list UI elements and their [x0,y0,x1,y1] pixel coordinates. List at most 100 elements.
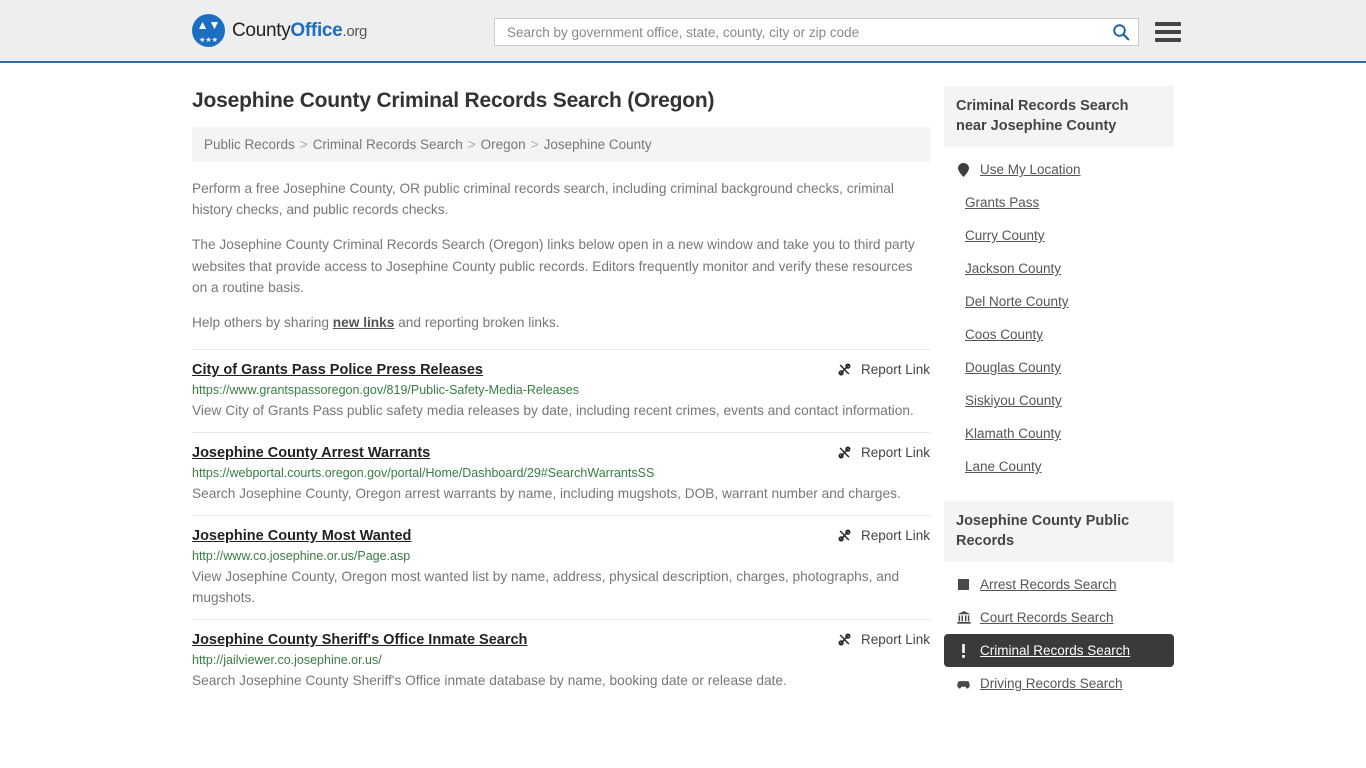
result-title-link[interactable]: City of Grants Pass Police Press Release… [192,362,483,378]
intro-paragraph-2: The Josephine County Criminal Records Se… [192,237,915,295]
sidebar-item-curry-county[interactable]: Curry County [944,219,1174,252]
hamburger-bar [1155,30,1181,34]
sidebar-item-lane-county[interactable]: Lane County [944,450,1174,483]
sidebar-item-label: Coos County [965,327,1044,343]
map-pin-icon [956,162,971,177]
result-item: Josephine County Sheriff's Office Inmate… [192,618,930,702]
logo-text-part2: Office [290,19,343,41]
logo-text-part3: .org [342,22,368,40]
broken-link-icon [838,529,851,542]
intro-paragraph-1: Perform a free Josephine County, OR publ… [192,181,894,218]
result-description: View Josephine County, Oregon most wante… [192,568,900,606]
search-box[interactable] [494,18,1139,46]
result-title-link[interactable]: Josephine County Sheriff's Office Inmate… [192,632,527,648]
courthouse-icon [956,611,971,624]
site-logo[interactable]: ▲▼ ★★★ CountyOffice.org [192,14,367,47]
hamburger-bar [1155,38,1181,42]
sidebar-item-court-records-search[interactable]: Court Records Search [944,601,1174,634]
broken-link-icon [838,363,851,376]
new-links-link[interactable]: new links [333,315,395,330]
page-title: Josephine County Criminal Records Search… [192,89,715,112]
breadcrumb-item-public-records[interactable]: Public Records [204,137,295,152]
broken-link-icon [838,446,851,459]
result-item: City of Grants Pass Police Press Release… [192,349,930,432]
result-url: https://www.grantspassoregon.gov/819/Pub… [192,383,580,398]
main-content: Josephine County Criminal Records Search… [192,63,930,702]
breadcrumb: Public Records > Criminal Records Search > O… [192,127,930,162]
site-header: ▲▼ ★★★ CountyOffice.org [0,0,1366,63]
nearby-searches-heading: Criminal Records Search near Josephine C… [944,86,1174,148]
square-icon [958,579,969,591]
sidebar-item-label: Grants Pass [965,195,1040,211]
sidebar-item-label: Arrest Records Search [980,577,1117,593]
three-stars-icon: ★★★ [199,37,218,44]
report-link-button[interactable]: Report Link [823,528,930,543]
report-link-label: Report Link [860,527,930,543]
public-records-card: Josephine County Public Records Arrest R… [944,501,1174,700]
result-title-link[interactable]: Josephine County Most Wanted [192,528,411,544]
logo-text-part1: County [232,19,291,41]
sidebar: Criminal Records Search near Josephine C… [944,63,1174,718]
report-link-label: Report Link [860,445,930,461]
hamburger-bar [1155,22,1181,26]
breadcrumb-separator: > [467,137,476,152]
breadcrumb-item-oregon[interactable]: Oregon [481,137,526,152]
logo-text: CountyOffice.org [232,20,367,42]
result-url: https://webportal.courts.oregon.gov/port… [192,466,655,481]
result-url: http://jailviewer.co.josephine.or.us/ [192,652,382,667]
car-icon [956,679,971,689]
sidebar-item-use-my-location[interactable]: Use My Location [944,153,1174,186]
exclamation-icon [956,643,971,658]
result-header: Josephine County Sheriff's Office Inmate… [192,632,930,648]
report-link-button[interactable]: Report Link [823,362,930,377]
sidebar-item-del-norte-county[interactable]: Del Norte County [944,285,1174,318]
sidebar-item-siskiyou-county[interactable]: Siskiyou County [944,384,1174,417]
sidebar-item-douglas-county[interactable]: Douglas County [944,351,1174,384]
report-link-button[interactable]: Report Link [823,445,930,460]
result-header: Josephine County Most Wanted Report Link [192,528,930,544]
sidebar-item-criminal-records-search[interactable]: Criminal Records Search [944,634,1174,668]
sidebar-item-label: Use My Location [980,162,1081,178]
result-description: Search Josephine County Sheriff's Office… [192,672,787,688]
sidebar-item-label: Criminal Records Search [980,643,1131,659]
sidebar-item-label: Siskiyou County [965,393,1062,409]
sidebar-item-label: Del Norte County [965,294,1069,310]
sidebar-item-grants-pass[interactable]: Grants Pass [944,186,1174,219]
sidebar-item-label: Lane County [965,459,1042,475]
sidebar-item-jackson-county[interactable]: Jackson County [944,252,1174,285]
search-icon[interactable] [1110,21,1132,43]
breadcrumb-item-criminal-records-search[interactable]: Criminal Records Search [313,137,463,152]
sidebar-item-arrest-records-search[interactable]: Arrest Records Search [944,568,1174,601]
sidebar-item-label: Court Records Search [980,610,1114,626]
result-description: View City of Grants Pass public safety m… [192,403,914,419]
breadcrumb-item-josephine-county[interactable]: Josephine County [544,137,652,152]
result-header: City of Grants Pass Police Press Release… [192,362,930,378]
intro-p3-before: Help others by sharing [192,315,333,331]
sidebar-item-coos-county[interactable]: Coos County [944,318,1174,351]
public-records-heading: Josephine County Public Records [944,501,1174,563]
result-title-link[interactable]: Josephine County Arrest Warrants [192,445,430,461]
hamburger-menu-icon[interactable] [1155,22,1181,42]
sidebar-item-label: Curry County [965,228,1045,244]
sidebar-item-label: Douglas County [965,360,1062,376]
result-item: Josephine County Arrest Warrants Report … [192,432,930,515]
report-link-button[interactable]: Report Link [823,632,930,647]
eagle-icon: ▲▼ [196,18,221,32]
sidebar-item-label: Driving Records Search [980,676,1123,692]
nearby-searches-list: Use My Location Grants Pass Curry County… [944,147,1174,483]
broken-link-icon [838,633,851,646]
sidebar-item-klamath-county[interactable]: Klamath County [944,417,1174,450]
sidebar-item-driving-records-search[interactable]: Driving Records Search [944,667,1174,700]
sidebar-item-label: Klamath County [965,426,1062,442]
sidebar-item-label: Jackson County [965,261,1062,277]
breadcrumb-separator: > [530,137,539,152]
result-url: http://www.co.josephine.or.us/Page.asp [192,548,411,563]
countyoffice-emblem-icon: ▲▼ ★★★ [192,14,225,47]
search-input[interactable] [505,23,1110,41]
page-body: Josephine County Criminal Records Search… [0,63,1366,718]
public-records-list: Arrest Records Search Court Records Sear… [944,562,1174,700]
intro-text: Perform a free Josephine County, OR publ… [192,178,930,333]
intro-paragraph-3: Help others by sharing new links and rep… [192,312,930,333]
result-header: Josephine County Arrest Warrants Report … [192,445,930,461]
intro-p3-after: and reporting broken links. [394,315,560,331]
